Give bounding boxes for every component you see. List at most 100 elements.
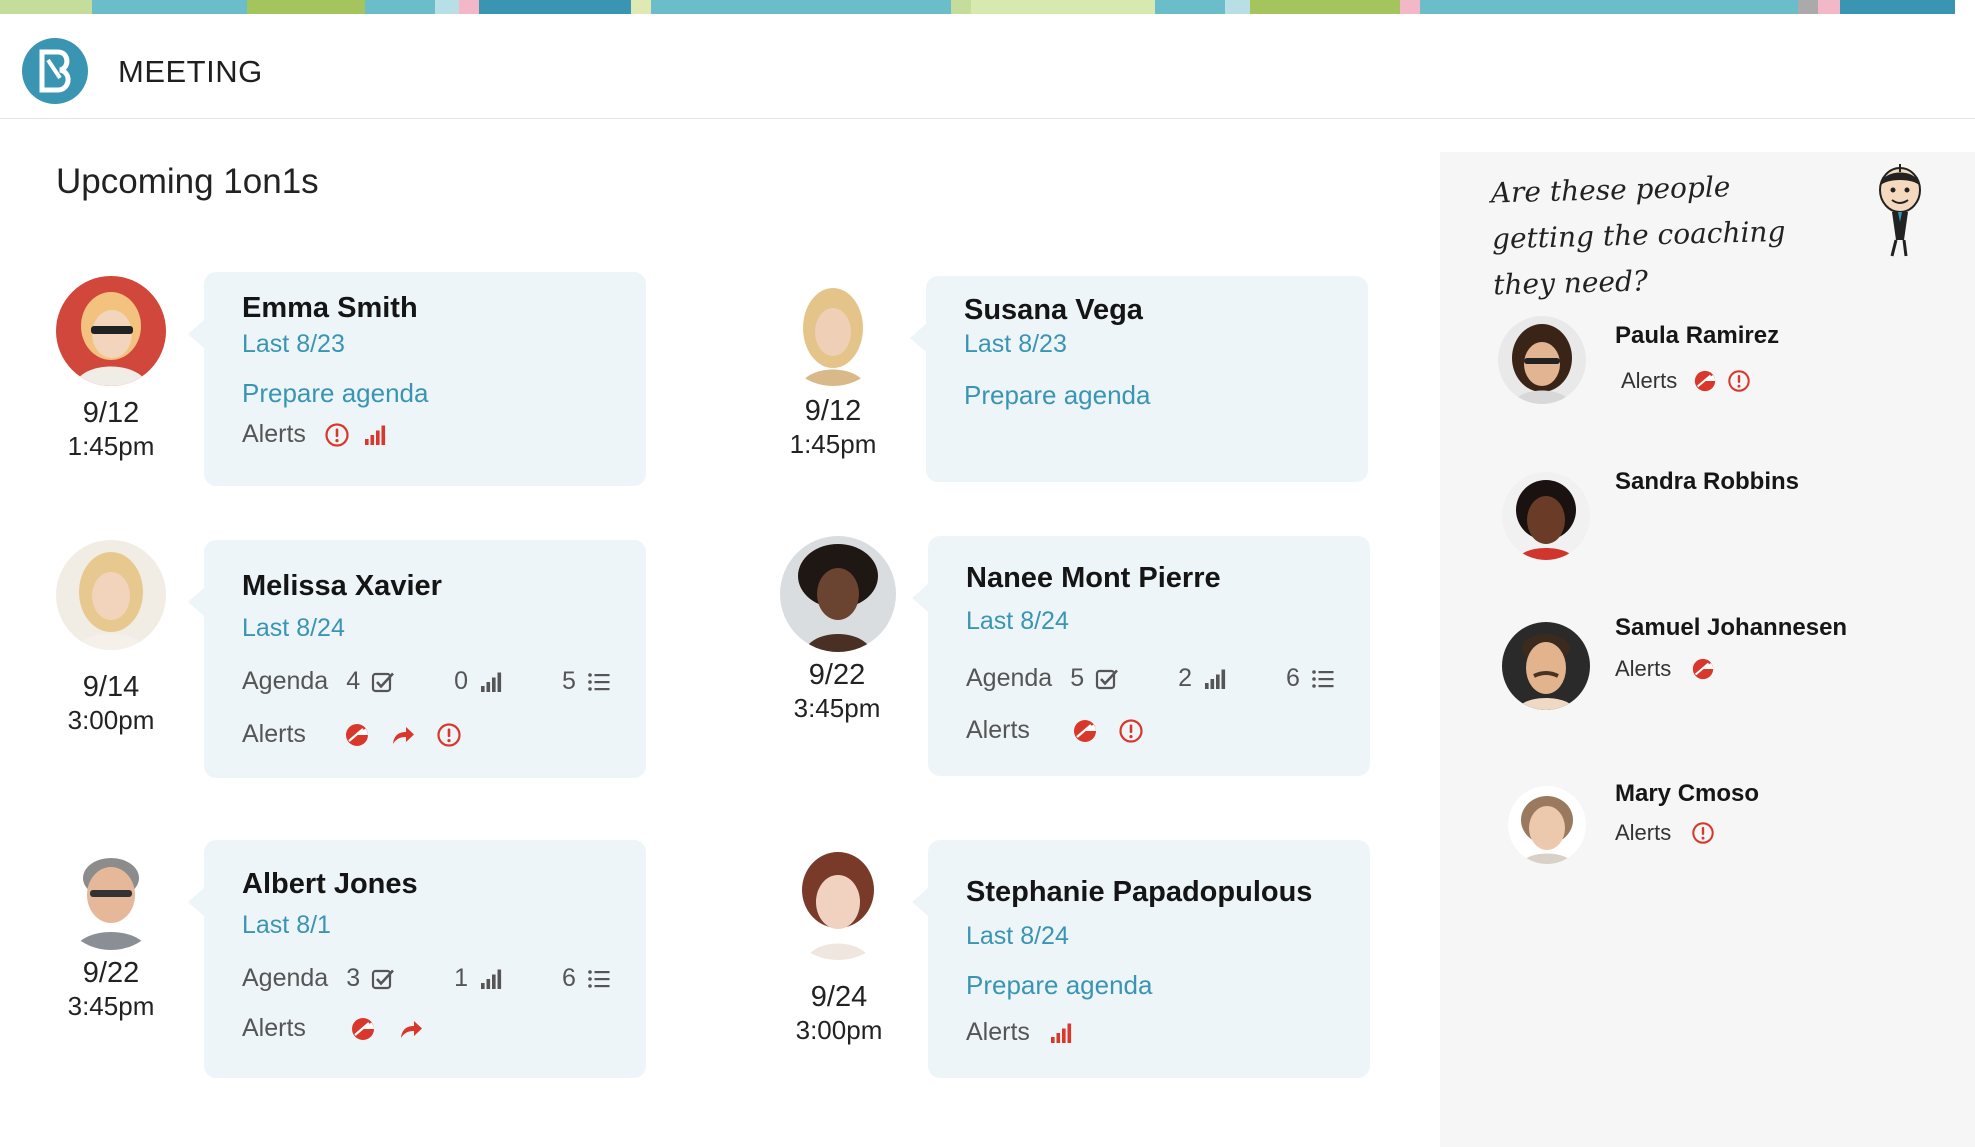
warning-icon[interactable] <box>1691 821 1715 845</box>
forward-arrow-icon[interactable] <box>398 1016 424 1042</box>
checkbox-icon[interactable] <box>1094 666 1120 692</box>
forward-arrow-icon[interactable] <box>390 722 416 748</box>
stats-count: 1 <box>454 964 469 992</box>
bar-chart-icon[interactable] <box>1048 1020 1074 1046</box>
alerts-label: Alerts <box>242 720 306 748</box>
avatar <box>780 536 896 652</box>
meeting-item[interactable]: 9/12 1:45pm Susana Vega Last 8/23 Prepare… <box>778 276 1388 508</box>
stats-count: 0 <box>454 667 469 695</box>
last-meeting-date: Last 8/1 <box>242 911 331 939</box>
task-count: 3 <box>346 964 361 992</box>
meeting-item[interactable]: 9/12 1:45pm Emma Smith Last 8/23 Prepare … <box>56 272 666 504</box>
meeting-time: 3:00pm <box>67 705 155 735</box>
app-logo[interactable] <box>22 38 88 104</box>
pie-alert-icon[interactable] <box>1693 369 1717 393</box>
meeting-item[interactable]: 9/24 3:00pm Stephanie Papadopulous Last 8… <box>780 840 1390 1078</box>
prepare-agenda-link[interactable]: Prepare agenda <box>964 380 1150 411</box>
prepare-agenda-link[interactable]: Prepare agenda <box>966 970 1152 1001</box>
coaching-sidebar: Are these people getting the coaching th… <box>1440 152 1975 1147</box>
task-count: 5 <box>1070 664 1085 692</box>
coaching-person[interactable]: Paula Ramirez Alerts <box>1498 316 1958 416</box>
warning-icon[interactable] <box>1118 718 1144 744</box>
pie-alert-icon[interactable] <box>350 1016 376 1042</box>
pie-alert-icon[interactable] <box>1072 718 1098 744</box>
avatar <box>1502 622 1590 710</box>
last-meeting-date: Last 8/24 <box>966 607 1069 635</box>
meeting-card[interactable]: Albert Jones Last 8/1 Agenda 3 1 6 Alert… <box>188 840 646 1078</box>
list-icon[interactable] <box>586 966 612 992</box>
person-name[interactable]: Samuel Johannesen <box>1615 614 1847 642</box>
meeting-date: 9/14 <box>82 671 140 703</box>
alerts-label: Alerts <box>242 420 306 448</box>
app-header: MEETING <box>0 14 1975 119</box>
item-count: 6 <box>562 964 576 992</box>
list-icon[interactable] <box>1310 666 1336 692</box>
meeting-date: 9/22 <box>82 957 140 989</box>
meeting-date: 9/22 <box>808 659 866 691</box>
meeting-time: 3:00pm <box>795 1015 883 1045</box>
checkbox-icon[interactable] <box>370 669 396 695</box>
meeting-date: 9/12 <box>82 397 140 429</box>
color-stripe <box>0 0 1975 14</box>
meeting-item[interactable]: 9/22 3:45pm Albert Jones Last 8/1 Agenda … <box>56 840 666 1078</box>
meeting-item[interactable]: 9/22 3:45pm Nanee Mont Pierre Last 8/24 A… <box>780 536 1390 776</box>
agenda-label: Agenda <box>966 664 1053 692</box>
person-name[interactable]: Nanee Mont Pierre <box>966 562 1221 595</box>
task-count: 4 <box>346 667 361 695</box>
person-name[interactable]: Susana Vega <box>964 294 1143 327</box>
agenda-row: Agenda 5 2 6 <box>966 664 1336 693</box>
person-name[interactable]: Emma Smith <box>242 292 418 325</box>
bar-chart-icon[interactable] <box>478 966 504 992</box>
checkbox-icon[interactable] <box>370 966 396 992</box>
avatar <box>1498 316 1586 404</box>
avatar <box>56 540 166 650</box>
alerts-label: Alerts <box>966 716 1030 744</box>
agenda-row: Agenda 3 1 6 <box>242 964 612 993</box>
warning-icon[interactable] <box>1727 369 1751 393</box>
meeting-time: 3:45pm <box>67 991 155 1021</box>
person-name[interactable]: Sandra Robbins <box>1615 468 1799 496</box>
coaching-person[interactable]: Sandra Robbins <box>1498 468 1958 572</box>
meeting-time: 3:45pm <box>793 693 881 723</box>
person-name[interactable]: Mary Cmoso <box>1615 780 1759 808</box>
list-icon[interactable] <box>586 669 612 695</box>
meeting-card[interactable]: Nanee Mont Pierre Last 8/24 Agenda 5 2 6… <box>912 536 1370 776</box>
meeting-date: 9/12 <box>804 395 862 427</box>
bar-chart-icon[interactable] <box>1202 666 1228 692</box>
person-name[interactable]: Albert Jones <box>242 868 418 901</box>
prepare-agenda-link[interactable]: Prepare agenda <box>242 378 428 409</box>
meeting-time: 1:45pm <box>67 431 155 461</box>
avatar <box>778 276 888 386</box>
avatar <box>1508 786 1586 864</box>
app-title: MEETING <box>118 54 263 89</box>
meeting-card[interactable]: Susana Vega Last 8/23 Prepare agenda <box>910 276 1368 482</box>
meeting-item[interactable]: 9/14 3:00pm Melissa Xavier Last 8/24 Agen… <box>56 540 666 778</box>
last-meeting-date: Last 8/23 <box>964 330 1067 358</box>
mascot-icon <box>1879 164 1921 257</box>
item-count: 6 <box>1286 664 1300 692</box>
meeting-card[interactable]: Melissa Xavier Last 8/24 Agenda 4 0 5 Al… <box>188 540 646 778</box>
agenda-row: Agenda 4 0 5 <box>242 667 612 696</box>
meeting-time: 1:45pm <box>789 429 877 459</box>
coaching-person[interactable]: Mary Cmoso Alerts <box>1498 780 1958 886</box>
pie-alert-icon[interactable] <box>1691 657 1715 681</box>
pie-alert-icon[interactable] <box>344 722 370 748</box>
coaching-person[interactable]: Samuel Johannesen Alerts <box>1498 614 1958 722</box>
warning-icon[interactable] <box>324 422 350 448</box>
bar-chart-icon[interactable] <box>478 669 504 695</box>
person-name[interactable]: Paula Ramirez <box>1615 322 1779 350</box>
agenda-label: Agenda <box>242 667 329 695</box>
alerts-label: Alerts <box>1615 820 1672 845</box>
avatar <box>56 276 166 386</box>
bar-chart-icon[interactable] <box>362 422 388 448</box>
meeting-card[interactable]: Emma Smith Last 8/23 Prepare agenda Aler… <box>188 272 646 486</box>
meeting-date: 9/24 <box>810 981 868 1013</box>
person-name[interactable]: Melissa Xavier <box>242 570 442 603</box>
avatar <box>780 844 896 960</box>
stats-count: 2 <box>1178 664 1193 692</box>
alerts-label: Alerts <box>966 1018 1030 1046</box>
person-name[interactable]: Stephanie Papadopulous <box>966 876 1312 909</box>
avatar <box>1502 472 1590 560</box>
warning-icon[interactable] <box>436 722 462 748</box>
meeting-card[interactable]: Stephanie Papadopulous Last 8/24 Prepare… <box>912 840 1370 1078</box>
